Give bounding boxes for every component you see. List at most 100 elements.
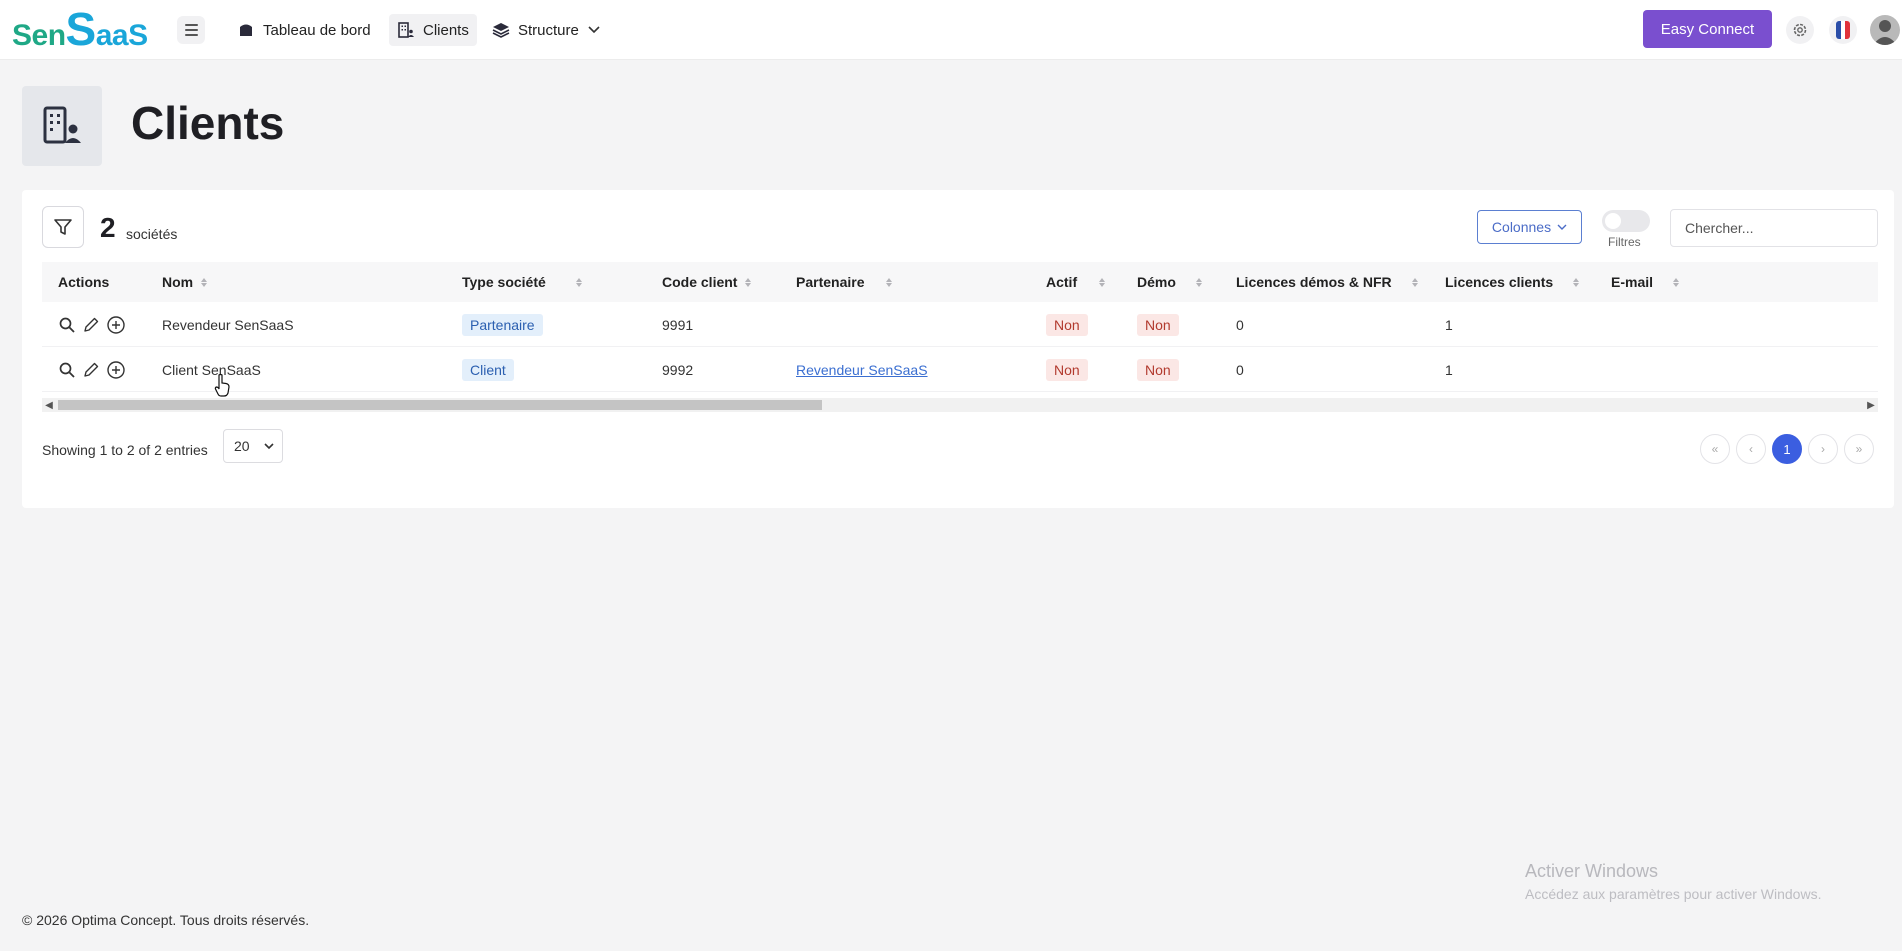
nav-item-clients[interactable]: Clients (389, 14, 477, 46)
column-header-actif[interactable]: Actif (1046, 262, 1106, 302)
cell-type: Partenaire (462, 302, 543, 347)
french-flag-icon[interactable] (1829, 16, 1857, 44)
nav-label: Tableau de bord (263, 21, 371, 39)
page-size-value: 20 (234, 438, 250, 454)
filter-button[interactable] (42, 206, 84, 248)
last-page-button[interactable]: » (1844, 434, 1874, 464)
entries-info: Showing 1 to 2 of 2 entries (42, 442, 208, 458)
actif-badge: Non (1046, 358, 1088, 381)
funnel-icon (54, 219, 72, 235)
logo-text-aas: aaS (95, 19, 148, 52)
cell-nom: Revendeur SenSaaS (162, 316, 294, 333)
partenaire-link[interactable]: Revendeur SenSaaS (796, 362, 928, 378)
gear-icon[interactable] (1786, 16, 1814, 44)
pencil-icon[interactable] (82, 316, 100, 334)
nav-label: Structure (518, 21, 579, 39)
column-header-email[interactable]: E-mail (1611, 262, 1680, 302)
scrollbar-thumb[interactable] (58, 400, 822, 410)
row-actions (58, 347, 126, 392)
sensaas-logo[interactable]: Sen SaaS (12, 6, 148, 52)
building-icon (398, 22, 414, 38)
previous-page-button[interactable]: ‹ (1736, 434, 1766, 464)
demo-badge: Non (1137, 358, 1179, 381)
chevron-down-icon (588, 26, 600, 34)
column-header-partenaire[interactable]: Partenaire (796, 262, 893, 302)
type-badge: Partenaire (462, 313, 543, 336)
demo-badge: Non (1137, 313, 1179, 336)
chevron-down-icon (1557, 224, 1567, 230)
nav-item-tableau-de-bord[interactable]: Tableau de bord (229, 14, 379, 46)
actif-badge: Non (1046, 313, 1088, 336)
first-page-button[interactable]: « (1700, 434, 1730, 464)
menu-toggle-icon[interactable] (177, 16, 205, 44)
sort-icon (201, 277, 208, 287)
cell-licences-clients: 1 (1445, 316, 1453, 333)
dashboard-icon (240, 24, 252, 36)
cell-code: 9992 (662, 361, 694, 378)
column-header-code-client[interactable]: Code client (662, 262, 752, 302)
sort-icon (1673, 277, 1680, 287)
column-header-licences-demos[interactable]: Licences démos & NFR (1236, 262, 1418, 302)
sort-icon (1195, 277, 1202, 287)
columns-dropdown-button[interactable]: Colonnes (1477, 210, 1582, 244)
easy-connect-button[interactable]: Easy Connect (1643, 10, 1772, 48)
cell-partenaire: Revendeur SenSaaS (796, 347, 928, 392)
page-button-current[interactable]: 1 (1772, 434, 1802, 464)
nav-label: Clients (423, 21, 469, 39)
windows-activation-title: Activer Windows (1525, 861, 1659, 881)
pencil-icon[interactable] (82, 361, 100, 379)
mouse-cursor-icon (214, 373, 232, 402)
type-badge: Client (462, 358, 514, 381)
user-avatar[interactable] (1870, 15, 1900, 45)
search-icon[interactable] (58, 361, 76, 379)
column-header-actions: Actions (58, 274, 110, 290)
column-header-demo[interactable]: Démo (1137, 262, 1202, 302)
cell-licences-demos: 0 (1236, 316, 1244, 333)
column-header-type-societe[interactable]: Type société (462, 262, 582, 302)
table-row: Client SenSaaS Client 9992 Revendeur Sen… (42, 347, 1878, 392)
columns-label: Colonnes (1491, 219, 1552, 235)
page-title: Clients (131, 97, 285, 149)
cell-code: 9991 (662, 316, 694, 333)
logo-text-s: S (65, 3, 97, 55)
column-header-nom[interactable]: Nom (162, 262, 215, 302)
plus-circle-icon[interactable] (106, 360, 126, 380)
table-row: Revendeur SenSaaS Partenaire 9991 Non No… (42, 302, 1878, 347)
pagination: « ‹ 1 › » (1700, 434, 1874, 464)
cell-licences-demos: 0 (1236, 361, 1244, 378)
logo-text-sen: Sen (12, 19, 66, 52)
table-header: Actions Nom Type société Code client Par… (42, 262, 1878, 302)
scroll-right-icon[interactable]: ▶ (1864, 398, 1878, 412)
cell-actif: Non (1046, 302, 1088, 347)
scroll-left-icon[interactable]: ◀ (42, 398, 56, 412)
filters-toggle-label: Filtres (1608, 235, 1641, 249)
column-header-licences-clients[interactable]: Licences clients (1445, 262, 1580, 302)
nav-item-structure[interactable]: Structure (484, 14, 609, 46)
filters-toggle[interactable] (1602, 210, 1650, 232)
next-page-button[interactable]: › (1808, 434, 1838, 464)
cell-actif: Non (1046, 347, 1088, 392)
search-input[interactable] (1670, 209, 1878, 247)
clients-card: 2 sociétés Colonnes Filtres Actions Nom … (22, 190, 1894, 508)
top-navbar: Sen SaaS Tableau de bord Clients Structur… (0, 0, 1902, 60)
sort-icon (745, 277, 752, 287)
windows-activation-text: Accédez aux paramètres pour activer Wind… (1525, 886, 1822, 902)
cell-licences-clients: 1 (1445, 361, 1453, 378)
footer-copyright: © 2026 Optima Concept. Tous droits réser… (22, 912, 310, 928)
table-horizontal-scrollbar[interactable]: ◀ ▶ (42, 398, 1878, 412)
cell-demo: Non (1137, 302, 1179, 347)
clients-page-icon (22, 86, 102, 166)
sort-icon (575, 277, 582, 287)
sort-icon (886, 277, 893, 287)
sort-icon (1099, 277, 1106, 287)
cell-nom: Client SenSaaS (162, 361, 261, 378)
cell-demo: Non (1137, 347, 1179, 392)
search-icon[interactable] (58, 316, 76, 334)
row-actions (58, 302, 126, 347)
page-size-select[interactable]: 20 (223, 429, 283, 463)
sort-icon (1411, 277, 1418, 287)
chevron-down-icon (264, 443, 274, 450)
record-count: 2 (100, 212, 116, 243)
layers-icon (492, 23, 510, 38)
plus-circle-icon[interactable] (106, 315, 126, 335)
